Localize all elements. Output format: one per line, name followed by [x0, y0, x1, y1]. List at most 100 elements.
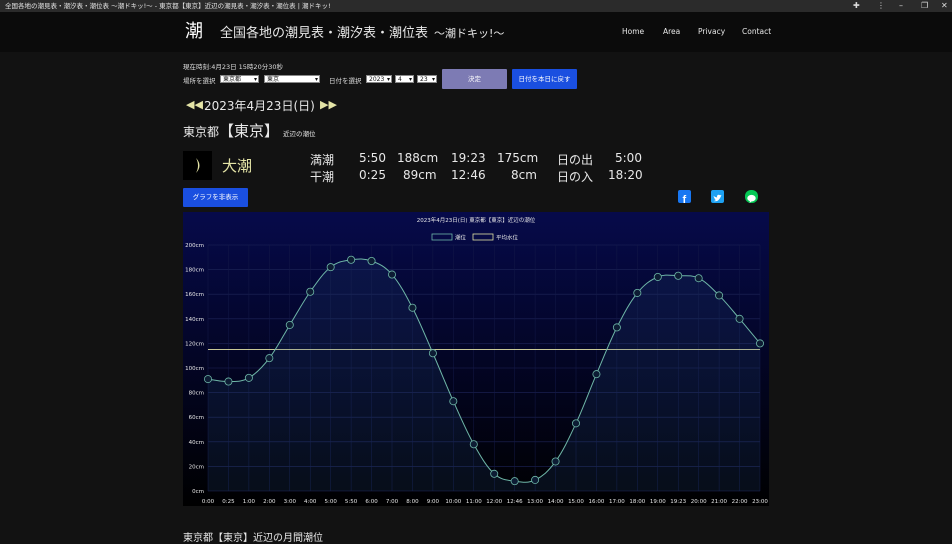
month-select[interactable]: 4 [395, 75, 414, 84]
x-tick-label: 12:00 [486, 499, 502, 505]
y-tick-label: 20cm [189, 464, 204, 470]
extensions-icon[interactable]: ✚ [853, 0, 860, 12]
tide-point [531, 475, 540, 484]
low1-level: 89cm [403, 168, 437, 182]
browser-title-bar: 全国各地の潮見表・潮汐表・潮位表 ～潮ドキッ!～ - 東京都【東京】近辺の潮見表… [0, 0, 952, 12]
double-left-arrow-icon[interactable]: ◀◀ [186, 98, 203, 111]
x-tick-label: 0:00 [202, 499, 215, 505]
tide-point [756, 339, 765, 348]
tide-point [633, 288, 642, 297]
tide-point [203, 375, 212, 384]
port-select[interactable]: 東京 [264, 75, 320, 84]
x-tick-label: 19:23 [670, 499, 686, 505]
site-tagline: ～潮ドキッ!～ [434, 27, 505, 40]
tide-point [387, 270, 396, 279]
prefecture-select[interactable]: 東京都 [220, 75, 259, 84]
y-tick-label: 0cm [192, 489, 204, 495]
today-button[interactable]: 日付を本日に戻す [512, 69, 577, 89]
tide-chart: 2023年4月23日(日) 東京都【東京】近辺の潮位 潮位 平均水位 0cm 20… [183, 212, 769, 506]
x-tick-label: 9:00 [427, 499, 440, 505]
nav-privacy[interactable]: Privacy [698, 27, 725, 36]
tide-point [285, 320, 294, 329]
tide-point [674, 271, 683, 280]
y-tick-label: 200cm [185, 243, 204, 249]
x-tick-label: 19:00 [650, 499, 666, 505]
tide-point [265, 354, 274, 363]
nav-contact[interactable]: Contact [742, 27, 771, 36]
x-tick-label: 6:00 [365, 499, 378, 505]
x-tick-label: 0:25 [222, 499, 235, 505]
high1-time: 5:50 [359, 151, 386, 165]
x-tick-label: 2:00 [263, 499, 276, 505]
x-tick-label: 18:00 [629, 499, 645, 505]
window-title: 全国各地の潮見表・潮汐表・潮位表 ～潮ドキッ!～ - 東京都【東京】近辺の潮見表… [5, 2, 331, 10]
y-tick-label: 140cm [185, 317, 204, 323]
nav-area[interactable]: Area [663, 27, 680, 36]
x-tick-label: 13:00 [527, 499, 543, 505]
tide-point [244, 373, 253, 382]
x-tick-label: 15:00 [568, 499, 584, 505]
date-label: 日付を選択 [329, 77, 362, 85]
tide-type: 大潮 [222, 157, 253, 175]
y-tick-label: 120cm [185, 341, 204, 347]
tide-point [449, 397, 458, 406]
high-tide-label: 満潮 [310, 153, 335, 167]
x-tick-label: 23:00 [752, 499, 768, 505]
nav-home[interactable]: Home [622, 27, 644, 36]
legend-label-tide: 潮位 [455, 234, 467, 242]
line-icon[interactable] [745, 190, 758, 203]
low2-time: 12:46 [451, 168, 486, 182]
y-tick-label: 40cm [189, 440, 204, 446]
date-heading: 2023年4月23日(日) [204, 99, 315, 113]
sunrise-label: 日の出 [557, 153, 594, 167]
x-tick-label: 14:00 [548, 499, 564, 505]
hide-graph-button[interactable]: グラフを非表示 [183, 188, 248, 207]
y-tick-label: 180cm [185, 268, 204, 274]
tide-point [326, 263, 335, 272]
tide-point [224, 377, 233, 386]
sunset-time: 18:20 [608, 168, 643, 182]
day-select[interactable]: 23 [417, 75, 437, 84]
y-tick-label: 160cm [185, 292, 204, 298]
x-tick-label: 22:00 [732, 499, 748, 505]
tide-point [469, 440, 478, 449]
site-title[interactable]: 全国各地の潮見表・潮汐表・潮位表 ～潮ドキッ!～ [220, 22, 504, 41]
more-icon[interactable]: ⋮ [877, 0, 885, 12]
x-tick-label: 3:00 [284, 499, 297, 505]
current-time: 現在時刻:4月23日 15時20分30秒 [183, 63, 283, 71]
place-pref: 東京都 [183, 125, 220, 139]
y-tick-label: 60cm [189, 415, 204, 421]
year-select[interactable]: 2023 [366, 75, 392, 84]
x-tick-label: 12:46 [507, 499, 523, 505]
x-tick-label: 20:00 [691, 499, 707, 505]
tide-point [612, 323, 621, 332]
legend-label-mean: 平均水位 [496, 234, 519, 242]
close-icon[interactable]: ✕ [941, 0, 948, 12]
x-tick-label: 1:00 [243, 499, 256, 505]
tide-point [510, 477, 519, 486]
x-tick-label: 21:00 [711, 499, 727, 505]
sunset-label: 日の入 [557, 170, 594, 184]
site-logo[interactable]: 潮 [183, 19, 205, 45]
y-tick-label: 80cm [189, 391, 204, 397]
location-label: 場所を選択 [183, 77, 216, 85]
twitter-icon[interactable] [711, 190, 724, 203]
double-right-arrow-icon[interactable]: ▶▶ [320, 98, 337, 111]
facebook-icon[interactable]: f [678, 190, 691, 206]
x-tick-label: 5:50 [345, 499, 358, 505]
site-name: 全国各地の潮見表・潮汐表・潮位表 [220, 26, 429, 41]
minimize-icon[interactable]: – [899, 0, 903, 12]
tide-point [715, 291, 724, 300]
high2-level: 175cm [497, 151, 539, 165]
submit-button[interactable]: 決定 [442, 69, 507, 89]
low2-level: 8cm [511, 168, 537, 182]
y-tick-label: 100cm [185, 366, 204, 372]
x-tick-label: 16:00 [589, 499, 605, 505]
restore-icon[interactable]: ❐ [921, 0, 928, 12]
tide-point [367, 256, 376, 265]
tide-point [571, 419, 580, 428]
tide-point [347, 255, 356, 264]
tide-point [551, 457, 560, 466]
site-navbar: 潮 全国各地の潮見表・潮汐表・潮位表 ～潮ドキッ!～ Home Area Priv… [0, 12, 952, 52]
place-heading: 東京都【東京】 近辺の潮位 [183, 120, 316, 141]
